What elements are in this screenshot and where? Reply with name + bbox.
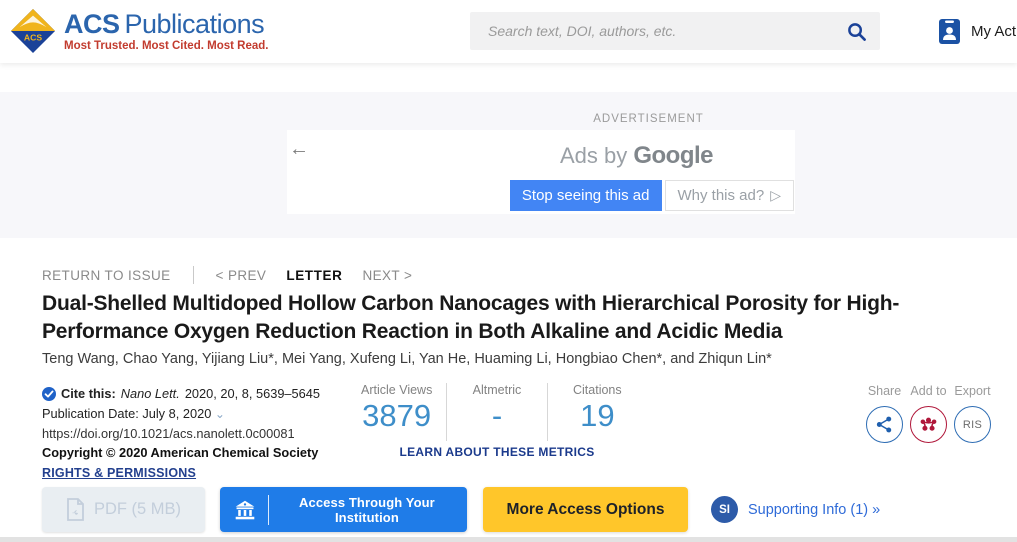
- share-action: Share: [866, 384, 903, 443]
- logo-tagline: Most Trusted. Most Cited. Most Read.: [64, 40, 268, 52]
- user-badge-icon: [938, 18, 961, 45]
- logo-publications-text: Publications: [125, 9, 265, 39]
- export-label: Export: [954, 384, 990, 398]
- advertisement-label: ADVERTISEMENT: [593, 113, 704, 125]
- cite-journal[interactable]: Nano Lett.: [121, 384, 180, 403]
- metric-value: -: [453, 399, 540, 433]
- adchoices-icon: ▷: [770, 187, 781, 204]
- addto-label: Add to: [910, 384, 946, 398]
- search-input[interactable]: [470, 23, 833, 39]
- footer-edge: [0, 537, 1017, 542]
- si-badge-icon: SI: [711, 496, 738, 523]
- acs-publications-logo[interactable]: ACS ACSPublications Most Trusted. Most C…: [10, 8, 268, 54]
- account-menu[interactable]: My Act: [938, 18, 1016, 45]
- ris-label: RIS: [963, 419, 982, 431]
- why-this-ad-button[interactable]: Why this ad? ▷: [665, 180, 795, 211]
- svg-text:ACS: ACS: [24, 33, 42, 43]
- institution-icon: [234, 497, 256, 523]
- publication-date-value: July 8, 2020: [142, 406, 211, 421]
- supporting-info-link[interactable]: Supporting Info (1) »: [748, 502, 880, 518]
- article-actions: Share Add to: [866, 384, 991, 443]
- article-metrics: Article Views 3879 Altmetric - Citations…: [347, 383, 647, 459]
- export-ris-button[interactable]: RIS: [954, 406, 991, 443]
- mendeley-icon: [919, 417, 938, 432]
- more-access-options-button[interactable]: More Access Options: [483, 487, 688, 532]
- metric-article-views: Article Views 3879: [347, 383, 446, 441]
- access-options-row: PDF (5 MB) Access Through Your Instituti…: [42, 487, 880, 532]
- export-action: Export RIS: [954, 384, 991, 443]
- rights-permissions-link[interactable]: RIGHTS & PERMISSIONS: [42, 464, 196, 483]
- doi-link[interactable]: https://doi.org/10.1021/acs.nanolett.0c0…: [42, 424, 347, 443]
- article-navigation: RETURN TO ISSUE < PREV LETTER NEXT >: [42, 266, 412, 284]
- cite-detail: 2020, 20, 8, 5639–5645: [185, 384, 320, 403]
- search-bar: [470, 12, 880, 50]
- pdf-download-button[interactable]: PDF (5 MB): [42, 487, 205, 532]
- acs-article-page: ACS ACSPublications Most Trusted. Most C…: [0, 0, 1017, 542]
- citation-block: Cite this: Nano Lett. 2020, 20, 8, 5639–…: [42, 384, 347, 483]
- learn-about-metrics-link[interactable]: LEARN ABOUT THESE METRICS: [347, 445, 647, 459]
- cite-check-icon: [42, 387, 56, 401]
- pdf-file-icon: [66, 498, 85, 521]
- share-button[interactable]: [866, 406, 903, 443]
- metric-label: Citations: [554, 383, 641, 397]
- ad-creative-box: ← Ads by Google Stop seeing this ad Why …: [287, 130, 795, 214]
- share-icon: [876, 416, 893, 433]
- supporting-info[interactable]: SI Supporting Info (1) »: [711, 496, 880, 523]
- button-divider: [268, 495, 269, 525]
- article-type-label: LETTER: [286, 268, 342, 283]
- metric-label: Article Views: [353, 383, 440, 397]
- ad-back-arrow-icon[interactable]: ←: [289, 138, 309, 161]
- metric-value: 19: [554, 399, 641, 433]
- chevron-down-icon[interactable]: ⌄: [215, 407, 225, 421]
- share-label: Share: [868, 384, 901, 398]
- article-title: Dual-Shelled Multidoped Hollow Carbon Na…: [42, 290, 992, 345]
- prev-article-link[interactable]: < PREV: [216, 268, 267, 283]
- ads-by-google-label: Ads by Google: [560, 142, 713, 170]
- copyright-text: Copyright © 2020 American Chemical Socie…: [42, 443, 347, 462]
- access-institution-button[interactable]: Access Through Your Institution: [220, 487, 467, 532]
- metric-citations: Citations 19: [547, 383, 647, 441]
- acs-diamond-logo-icon: ACS: [10, 8, 56, 54]
- account-label: My Act: [971, 23, 1016, 40]
- google-logo-text: Google: [633, 142, 713, 169]
- return-to-issue-link[interactable]: RETURN TO ISSUE: [42, 268, 171, 283]
- next-article-link[interactable]: NEXT >: [362, 268, 412, 283]
- site-header: ACS ACSPublications Most Trusted. Most C…: [0, 0, 1017, 63]
- metric-label: Altmetric: [453, 383, 540, 397]
- logo-title: ACSPublications: [64, 10, 268, 38]
- article-authors[interactable]: Teng Wang, Chao Yang, Yijiang Liu*, Mei …: [42, 351, 992, 367]
- metric-altmetric: Altmetric -: [446, 383, 546, 441]
- advertisement-strip: ADVERTISEMENT ← Ads by Google Stop seein…: [0, 92, 1017, 238]
- mendeley-button[interactable]: [910, 406, 947, 443]
- stop-seeing-ad-button[interactable]: Stop seeing this ad: [510, 180, 662, 211]
- nav-divider: [193, 266, 194, 284]
- search-button[interactable]: [833, 12, 880, 50]
- addto-action: Add to: [910, 384, 947, 443]
- search-icon: [847, 22, 866, 41]
- publication-date-label: Publication Date:: [42, 406, 139, 421]
- logo-acs-text: ACS: [64, 9, 120, 39]
- cite-this-label: Cite this:: [61, 384, 116, 403]
- metric-value: 3879: [353, 399, 440, 433]
